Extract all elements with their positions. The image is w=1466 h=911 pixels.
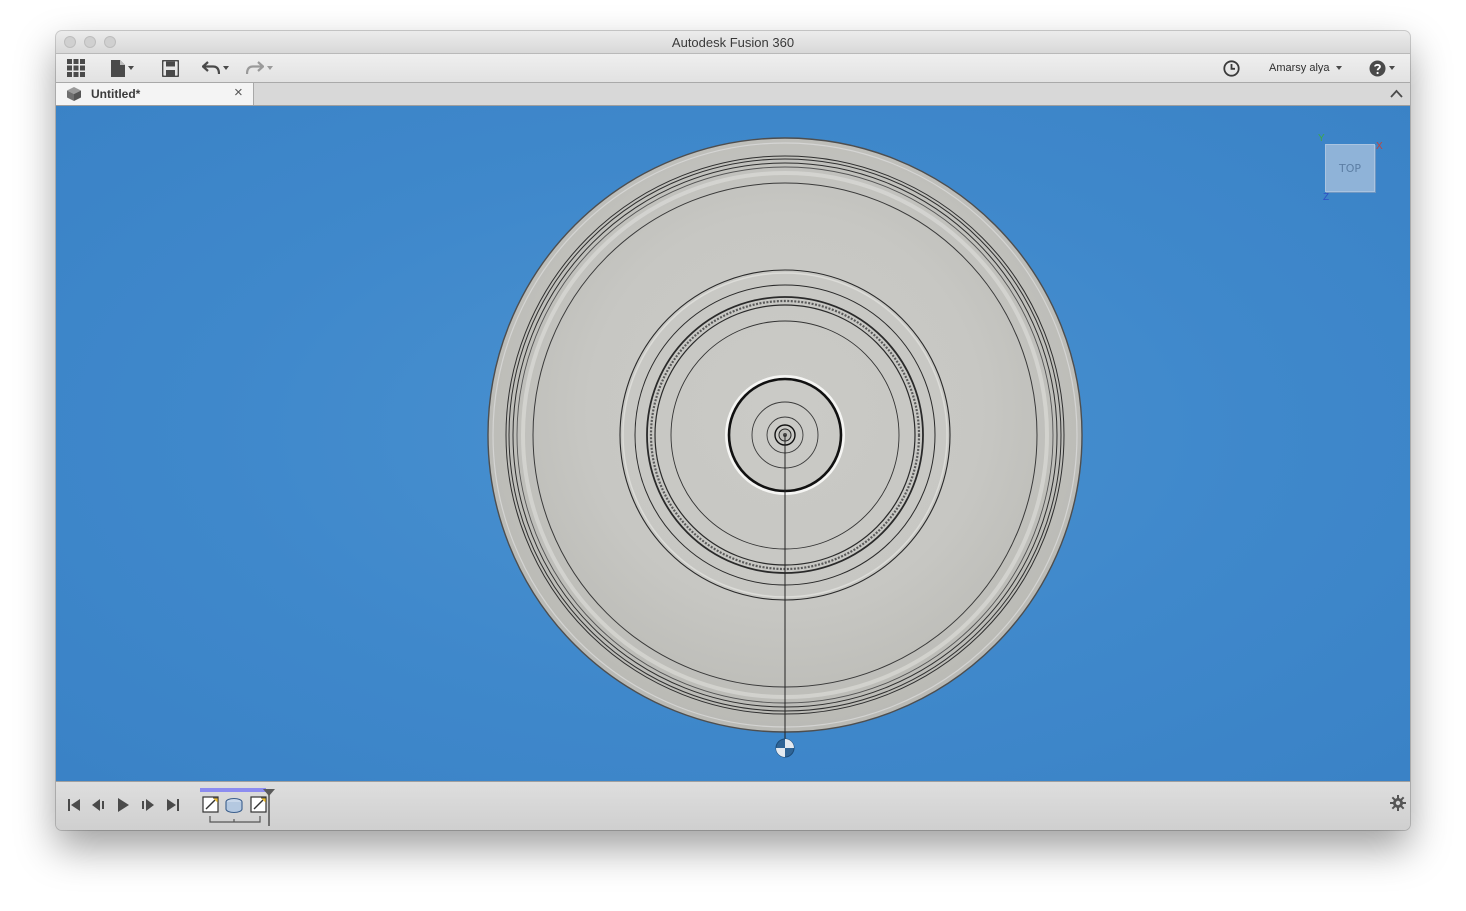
chevron-down-icon bbox=[223, 66, 229, 70]
app-window: Autodesk Fusion 360 Amarsy alya Untitled… bbox=[56, 31, 1410, 830]
timeline-bar bbox=[56, 781, 1410, 830]
axis-label-x: X bbox=[1376, 141, 1383, 152]
close-icon[interactable]: × bbox=[234, 85, 243, 101]
sketch-feature-icon[interactable] bbox=[202, 796, 220, 814]
grid-icon bbox=[67, 59, 85, 77]
title-bar: Autodesk Fusion 360 bbox=[56, 31, 1410, 54]
model-view[interactable] bbox=[56, 106, 1410, 781]
step-forward-icon[interactable] bbox=[140, 797, 156, 813]
viewcube-top-face[interactable]: TOP bbox=[1325, 144, 1375, 192]
chevron-down-icon bbox=[1389, 66, 1395, 70]
axis-label-y: Y bbox=[1318, 133, 1325, 144]
redo-icon bbox=[246, 61, 264, 75]
document-tab-bar: Untitled* × bbox=[56, 83, 1410, 106]
help-icon bbox=[1369, 60, 1386, 76]
body-disc[interactable] bbox=[487, 137, 1083, 739]
user-menu-button[interactable]: Amarsy alya bbox=[1269, 58, 1342, 78]
clock-icon bbox=[1223, 59, 1240, 77]
window-title: Autodesk Fusion 360 bbox=[671, 35, 795, 50]
toolbar: Amarsy alya bbox=[56, 54, 1410, 83]
data-panel-button[interactable] bbox=[67, 58, 85, 78]
chevron-down-icon bbox=[267, 66, 273, 70]
canvas-viewport[interactable]: TOP Y X Z bbox=[56, 106, 1410, 781]
viewcube-face-label: TOP bbox=[1338, 161, 1361, 175]
skip-to-end-icon[interactable] bbox=[165, 797, 181, 813]
redo-button[interactable] bbox=[246, 58, 273, 78]
user-name: Amarsy alya bbox=[1269, 62, 1330, 74]
gear-icon[interactable] bbox=[1390, 795, 1406, 811]
job-status-button[interactable] bbox=[1223, 58, 1240, 78]
undo-icon bbox=[202, 61, 220, 75]
skip-to-start-icon[interactable] bbox=[66, 797, 82, 813]
timeline-progress-bar bbox=[200, 788, 266, 792]
undo-button[interactable] bbox=[202, 58, 229, 78]
timeline-track bbox=[200, 788, 275, 826]
axis-label-z: Z bbox=[1323, 192, 1330, 203]
chevron-up-icon[interactable] bbox=[1390, 89, 1403, 98]
file-menu-button[interactable] bbox=[111, 58, 134, 78]
file-icon bbox=[111, 59, 125, 77]
viewcube[interactable]: TOP Y X Z bbox=[1318, 133, 1392, 208]
help-button[interactable] bbox=[1369, 58, 1395, 78]
step-back-icon[interactable] bbox=[90, 797, 106, 813]
tab-label: Untitled* bbox=[91, 87, 141, 101]
save-button[interactable] bbox=[162, 58, 179, 78]
origin-point[interactable] bbox=[775, 738, 795, 758]
tab-untitled[interactable]: Untitled* × bbox=[56, 83, 254, 105]
save-icon bbox=[162, 59, 179, 77]
chevron-down-icon bbox=[128, 66, 134, 70]
timeline-marker-icon[interactable] bbox=[262, 788, 276, 828]
chevron-down-icon bbox=[1335, 66, 1342, 70]
play-icon[interactable] bbox=[115, 797, 131, 813]
component-cube-icon bbox=[67, 87, 81, 101]
revolve-feature-icon[interactable] bbox=[225, 797, 243, 814]
feature-group-bracket bbox=[209, 816, 261, 823]
